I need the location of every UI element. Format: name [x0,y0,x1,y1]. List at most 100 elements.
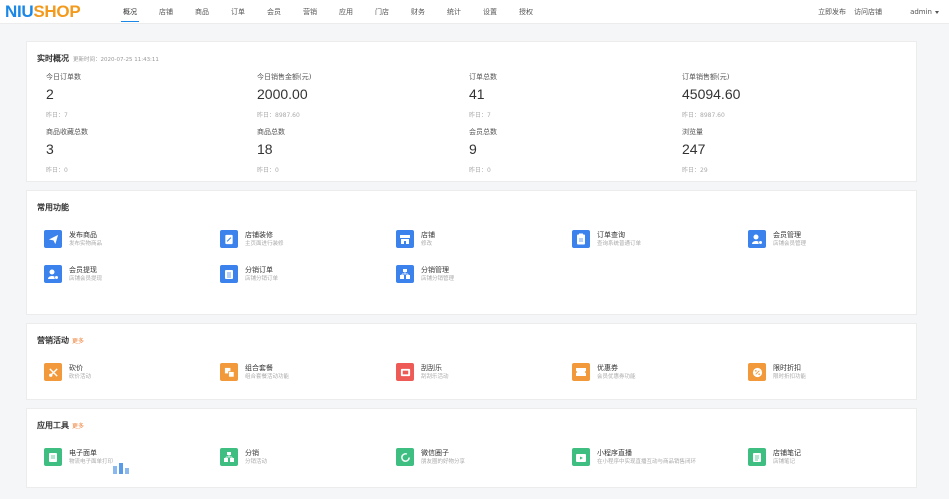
nav-item-stores[interactable]: 门店 [375,0,389,24]
waybill-icon [44,448,62,466]
func-name: 店铺 [421,230,435,239]
stat-yesterday: 昨日：8987.60 [257,112,300,119]
common-functions-card: 常用功能 发布商品 发布实物商品 店铺装修 主页面进行装修 店铺 修改 订单查询 查询系… [26,190,917,315]
stat-yesterday: 昨日：7 [469,112,491,119]
logo[interactable]: NIU SHOP [5,2,123,22]
func-desc: 分销活动 [245,458,268,465]
tools-card: 应用工具 更多 电子面单 物流电子面单打印 分销 分销活动 微信圈子 朋友圈的好物分享… [26,408,917,488]
stat-label: 商品收藏总数 [46,128,88,136]
live-icon [572,448,590,466]
bundle-icon [220,363,238,381]
nav-item-marketing[interactable]: 营销 [303,0,317,24]
func-miniprogram-live[interactable]: 小程序直播 在小程序中实现直播互动与商品销售闭环 [572,447,748,467]
nav-item-orders[interactable]: 订单 [231,0,245,24]
nav-item-settings[interactable]: 设置 [483,0,497,24]
stat-label: 商品总数 [257,128,285,136]
tools-title-row: 应用工具 更多 [37,420,906,431]
func-waybill[interactable]: 电子面单 物流电子面单打印 [44,447,220,467]
func-publish-goods[interactable]: 发布商品 发布实物商品 [44,229,220,249]
visit-shop-link[interactable]: 访问店铺 [854,7,882,17]
common-title-row: 常用功能 [37,202,906,213]
username: admin [910,8,932,16]
user-menu[interactable]: admin [910,8,939,16]
nav-item-authorization[interactable]: 授权 [519,0,533,24]
func-name: 分销 [245,448,259,457]
nav-item-overview[interactable]: 概况 [121,0,139,24]
nav-item-members[interactable]: 会员 [267,0,281,24]
func-name: 分销订单 [245,265,273,274]
top-right-links: 立即发布 访问店铺 admin [810,0,939,24]
func-desc: 店铺笔记 [773,458,796,465]
logo-accent: SHOP [33,1,81,21]
nav-item-statistics[interactable]: 统计 [447,0,461,24]
func-desc: 会员优惠券功能 [597,373,636,380]
func-flash-discount[interactable]: 限时折扣 限时折扣功能 [748,362,924,382]
func-coupon[interactable]: 优惠券 会员优惠券功能 [572,362,748,382]
stat-value: 9 [469,141,477,157]
stat-value: 18 [257,141,273,157]
func-shop-notes[interactable]: 店铺笔记 店铺笔记 [748,447,924,467]
func-desc: 组合套餐活动功能 [245,373,290,380]
tools-more-link[interactable]: 更多 [72,421,84,430]
func-order-query[interactable]: 订单查询 查询系统普通订单 [572,229,748,249]
func-shop[interactable]: 店铺 修改 [396,229,572,249]
marketing-card: 营销活动 更多 砍价 砍价活动 组合套餐 组合套餐活动功能 刮刮乐 刮刮乐活动 优惠券… [26,323,917,400]
tools-grid: 电子面单 物流电子面单打印 分销 分销活动 微信圈子 朋友圈的好物分享 小程序直播 在小… [44,447,906,467]
main-nav: 概况 店铺 商品 订单 会员 营销 应用 门店 财务 统计 设置 授权 [121,0,555,24]
stat-yesterday: 昨日：0 [469,167,491,174]
func-desc: 店铺分销管理 [421,275,455,282]
paper-plane-icon [44,230,62,248]
func-name: 微信圈子 [421,448,449,457]
func-member-management[interactable]: 会员管理 店铺会员管理 [748,229,924,249]
stat-yesterday: 昨日：0 [257,167,279,174]
func-distribution-management[interactable]: 分销管理 店铺分销管理 [396,264,572,284]
common-title: 常用功能 [37,203,69,212]
marketing-more-link[interactable]: 更多 [72,336,84,345]
func-name: 组合套餐 [245,363,273,372]
tools-title: 应用工具 [37,421,69,430]
func-wechat-circle[interactable]: 微信圈子 朋友圈的好物分享 [396,447,572,467]
func-desc: 店铺分销订单 [245,275,279,282]
func-bargain[interactable]: 砍价 砍价活动 [44,362,220,382]
stat-label: 订单总数 [469,73,497,81]
func-desc: 物流电子面单打印 [69,458,114,465]
func-name: 砍价 [69,363,83,372]
marketing-grid: 砍价 砍价活动 组合套餐 组合套餐活动功能 刮刮乐 刮刮乐活动 优惠券 会员优惠券功能 … [44,362,906,382]
overview-card: 实时概况 更新时间：2020-07-25 11:43:11 今日订单数 2 昨日… [26,41,917,182]
stat-today-sales: 今日销售金额(元) 2000.00 昨日：8987.60 [248,72,460,127]
nav-item-apps[interactable]: 应用 [339,0,353,24]
top-bar: NIU SHOP 概况 店铺 商品 订单 会员 营销 应用 门店 财务 统计 设置… [0,0,949,24]
publish-now-link[interactable]: 立即发布 [818,7,846,17]
stat-value: 2000.00 [257,86,308,102]
func-bundle[interactable]: 组合套餐 组合套餐活动功能 [220,362,396,382]
nav-item-finance[interactable]: 财务 [411,0,425,24]
notebook-icon [748,448,766,466]
func-name: 小程序直播 [597,448,632,457]
func-name: 优惠券 [597,363,618,372]
common-functions-grid: 发布商品 发布实物商品 店铺装修 主页面进行装修 店铺 修改 订单查询 查询系统普通订单… [44,229,906,284]
coupon-icon [572,363,590,381]
func-member-withdraw[interactable]: 会员提现 店铺会员提现 [44,264,220,284]
func-distribution-orders[interactable]: 分销订单 店铺分销订单 [220,264,396,284]
nav-item-goods[interactable]: 商品 [195,0,209,24]
stat-label: 今日销售金额(元) [257,73,312,81]
func-desc: 砍价活动 [69,373,92,380]
func-desc: 查询系统普通订单 [597,240,642,247]
stat-goods-total: 商品总数 18 昨日：0 [248,127,460,182]
func-desc: 刮刮乐活动 [421,373,449,380]
stat-yesterday: 昨日：29 [682,167,708,174]
stat-members-total: 会员总数 9 昨日：0 [460,127,673,182]
func-desc: 朋友圈的好物分享 [421,458,466,465]
store-icon [396,230,414,248]
marketing-title: 营销活动 [37,336,69,345]
stat-value: 45094.60 [682,86,741,102]
func-shop-decoration[interactable]: 店铺装修 主页面进行装修 [220,229,396,249]
func-scratch-card[interactable]: 刮刮乐 刮刮乐活动 [396,362,572,382]
func-distribution[interactable]: 分销 分销活动 [220,447,396,467]
main-content: 实时概况 更新时间：2020-07-25 11:43:11 今日订单数 2 昨日… [26,41,917,496]
nav-item-shop[interactable]: 店铺 [159,0,173,24]
func-name: 店铺笔记 [773,448,801,457]
func-name: 店铺装修 [245,230,273,239]
func-desc: 修改 [421,240,433,247]
func-name: 会员管理 [773,230,801,239]
